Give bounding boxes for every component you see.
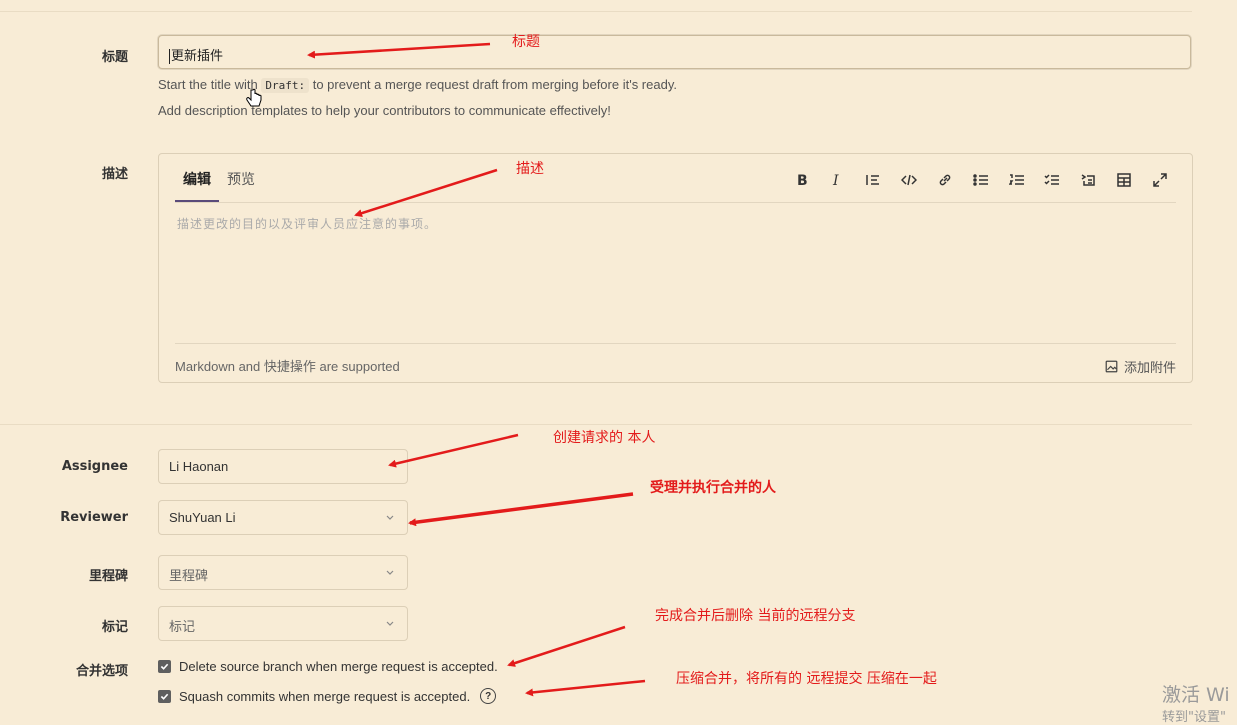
activation-watermark-subtitle: 转到"设置" [1162,710,1226,725]
annotation-arrows [307,42,646,697]
activation-watermark-title: 激活 Wi [1162,684,1230,706]
